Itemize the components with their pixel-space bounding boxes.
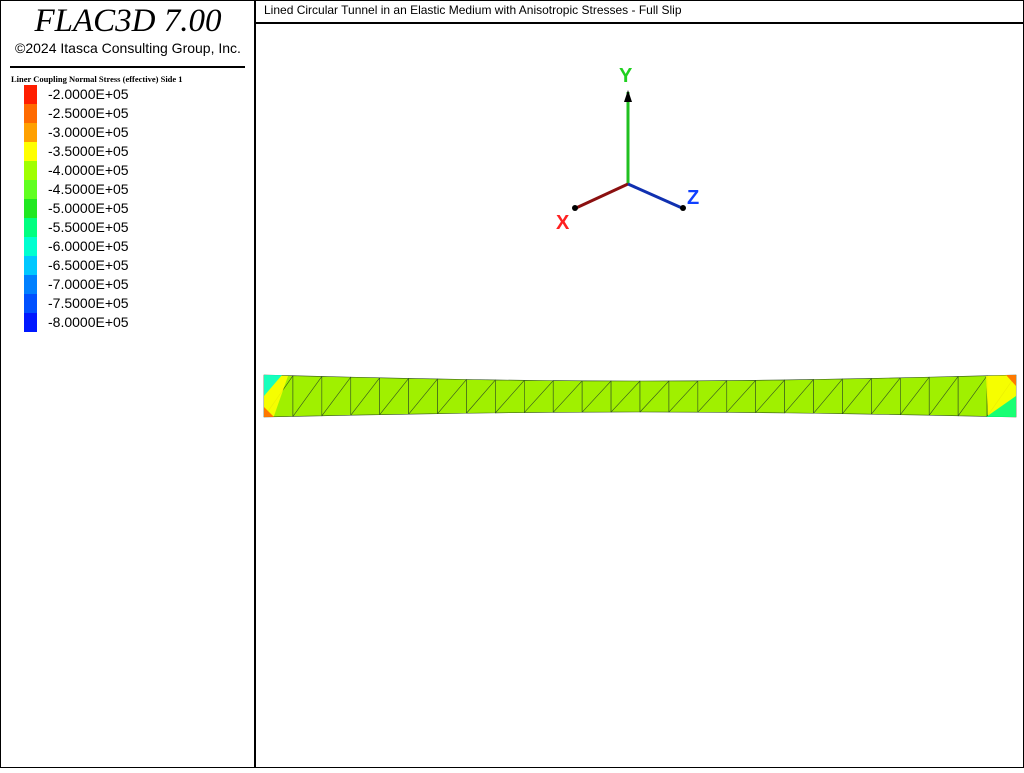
legend-label: -2.5000E+05 [48,105,129,121]
app-title: FLAC3D 7.00 [34,3,222,39]
legend-swatch [24,85,37,104]
legend-swatch [24,161,37,180]
legend-divider [10,66,245,68]
z-axis-label: Z [687,187,699,209]
legend-swatch [24,294,37,313]
legend-swatch [24,218,37,237]
legend-label: -3.0000E+05 [48,124,129,140]
copyright-text: ©2024 Itasca Consulting Group, Inc. [15,40,241,56]
legend-label: -6.5000E+05 [48,257,129,273]
viewport-canvas[interactable]: Y X Z [256,24,1023,768]
legend-swatch [24,180,37,199]
legend-swatch [24,104,37,123]
y-axis-arrowhead [624,90,632,102]
y-axis-label: Y [619,65,633,87]
x-axis-label: X [556,212,570,234]
legend-label: -6.0000E+05 [48,238,129,254]
legend-label: -5.0000E+05 [48,200,129,216]
legend-swatch [24,142,37,161]
axis-triad: Y X Z [556,65,699,234]
legend-label: -4.5000E+05 [48,181,129,197]
legend-label: -7.5000E+05 [48,295,129,311]
x-axis-line [575,182,629,210]
legend-label: -5.5000E+05 [48,219,129,235]
legend-swatch [24,123,37,142]
plot-title-bar: Lined Circular Tunnel in an Elastic Medi… [256,0,1023,24]
legend-swatch [24,313,37,332]
legend-label: -2.0000E+05 [48,86,129,102]
x-axis-arrowhead [572,205,578,211]
legend-label: -8.0000E+05 [48,314,129,330]
legend-swatch [24,275,37,294]
legend-swatch [24,256,37,275]
legend-title: Liner Coupling Normal Stress (effective)… [11,74,183,84]
plot-title: Lined Circular Tunnel in an Elastic Medi… [264,3,682,17]
legend-swatch [24,237,37,256]
legend-swatch [24,199,37,218]
legend-label: -7.0000E+05 [48,276,129,292]
legend-label: -3.5000E+05 [48,143,129,159]
z-axis-arrowhead [680,205,686,211]
legend-panel: FLAC3D 7.00 ©2024 Itasca Consulting Grou… [0,0,256,768]
legend-label: -4.0000E+05 [48,162,129,178]
liner-mesh[interactable] [263,374,1017,418]
model-viewport[interactable]: Y X Z [256,24,1023,768]
z-axis-line [627,182,683,210]
